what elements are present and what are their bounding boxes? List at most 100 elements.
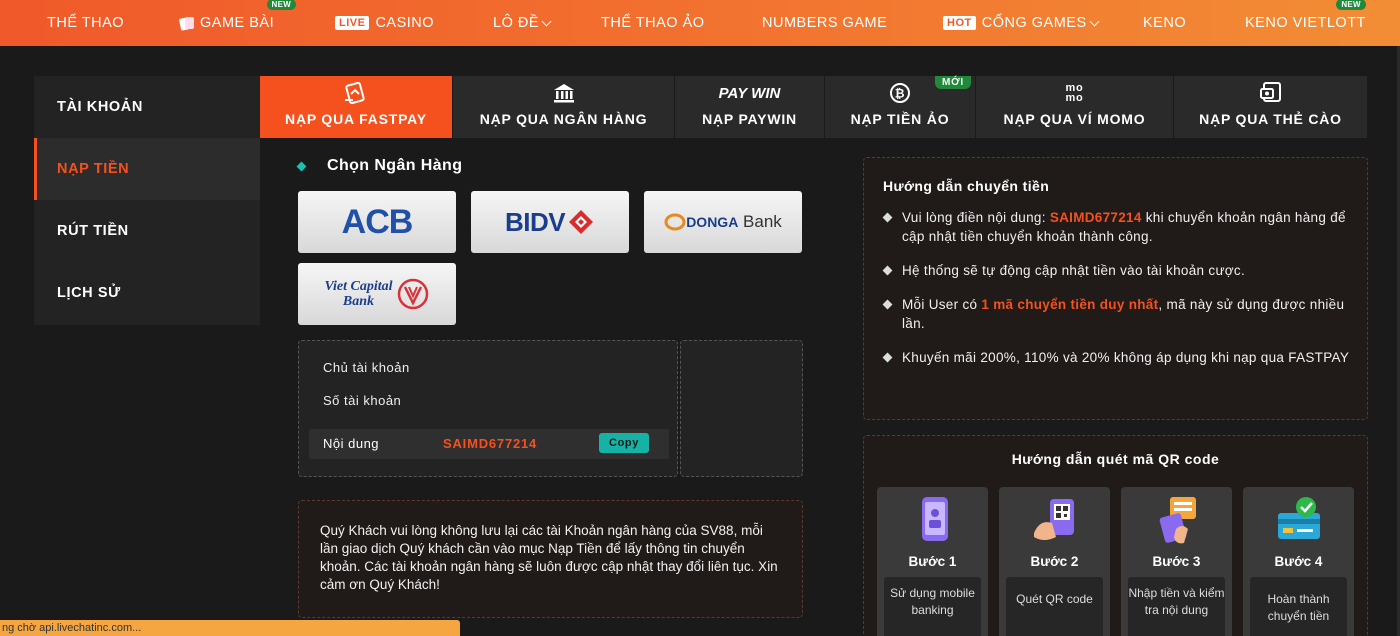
qr-step-2: Bước 2 Quét QR code [999, 487, 1110, 636]
nav-game-bai[interactable]: GAME BÀI NEW [178, 0, 297, 46]
step-description: Nhập tiền và kiểm tra nội dung [1128, 577, 1225, 636]
diamond-bullet-icon [882, 265, 893, 276]
tab-label: NẠP QUA NGÂN HÀNG [479, 111, 648, 127]
bank-icon [552, 82, 576, 104]
nav-the-thao[interactable]: THỂ THAO [47, 0, 124, 46]
account-number-label: Số tài khoản [323, 393, 402, 408]
step-title: Bước 1 [908, 554, 957, 569]
nav-the-thao-ao[interactable]: THỂ THAO ẢO [601, 0, 705, 46]
guide-title: Hướng dẫn chuyển tiền [883, 178, 1050, 194]
nav-label: CASINO [375, 15, 435, 31]
tab-momo[interactable]: mo mo NẠP QUA VÍ MOMO [976, 76, 1174, 138]
diamond-bullet-icon [882, 212, 893, 223]
nav-label: LÔ ĐỀ [493, 15, 540, 31]
chevron-down-icon [541, 16, 552, 26]
transfer-guide-panel: Hướng dẫn chuyển tiền Vui lòng điền nội … [863, 157, 1368, 420]
nav-keno[interactable]: KENO [1143, 0, 1186, 46]
sidebar-item-label: LỊCH SỬ [57, 285, 121, 301]
tab-the-cao[interactable]: NẠP QUA THẺ CÀO [1174, 76, 1367, 138]
qr-step-1: Bước 1 Sử dụng mobile banking [877, 487, 988, 636]
guide-item: Mỗi User có 1 mã chuyển tiền duy nhất, m… [882, 295, 1353, 333]
nav-cong-games[interactable]: HOT CỔNG GAMES [943, 0, 1100, 46]
bank-suffix: Bank [342, 294, 375, 309]
chevron-down-icon [1089, 16, 1100, 26]
transfer-content-label: Nội dung [323, 436, 380, 451]
unique-code-highlight: 1 mã chuyển tiền duy nhất [981, 297, 1159, 312]
step-title: Bước 3 [1152, 554, 1201, 569]
transfer-content-row: Nội dung SAIMD677214 Copy [309, 429, 669, 459]
transfer-content-value: SAIMD677214 [443, 436, 538, 451]
nav-label: THỂ THAO ẢO [601, 15, 705, 31]
guide-item: Khuyến mãi 200%, 110% và 20% không áp dụ… [882, 348, 1353, 367]
nav-numbers-game[interactable]: NUMBERS GAME [762, 0, 887, 46]
diamond-bullet-icon [296, 161, 307, 171]
account-sidebar: TÀI KHOẢN NẠP TIỀN RÚT TIỀN LỊCH SỬ [34, 76, 260, 325]
account-owner-label: Chủ tài khoản [323, 360, 410, 375]
sidebar-item-nap-tien[interactable]: NẠP TIỀN [34, 138, 260, 200]
notice-box: Quý Khách vui lòng không lưu lại các tài… [298, 500, 803, 618]
bank-suffix: Bank [743, 212, 782, 231]
step-title: Bước 2 [1030, 554, 1079, 569]
nav-keno-vietlott[interactable]: KENO VIETLOTT NEW [1245, 0, 1366, 46]
bank-option-acb[interactable]: ACB [298, 191, 456, 253]
choose-bank-heading: Chọn Ngân Hàng [296, 157, 463, 175]
nav-label: GAME BÀI [200, 15, 275, 31]
deposit-method-tabs: NẠP QUA FASTPAY NẠP QUA NGÂN HÀNG PAY WI… [260, 76, 1367, 138]
qr-step-4: Bước 4 Hoàn thành chuyển tiền [1243, 487, 1354, 636]
nav-label: CỔNG GAMES [981, 15, 1087, 31]
qr-step-3: Bước 3 Nhập tiền và kiểm tra nội dung [1121, 487, 1232, 636]
nav-label: KENO [1143, 15, 1187, 31]
nav-label: THỂ THAO [47, 15, 125, 31]
bank-option-bidv[interactable]: BIDV [471, 191, 629, 253]
bank-logo-bidv: BIDV [505, 207, 595, 238]
bank-option-viet-capital[interactable]: Viet Capital Bank [298, 263, 456, 325]
bank-name: Viet Capital [324, 279, 393, 294]
sidebar-item-label: RÚT TIỀN [57, 223, 129, 239]
step-description: Quét QR code [1006, 577, 1103, 636]
sidebar-item-tai-khoan[interactable]: TÀI KHOẢN [34, 76, 260, 138]
section-title: Chọn Ngân Hàng [327, 157, 463, 174]
diamond-bullet-icon [882, 299, 893, 310]
sidebar-item-rut-tien[interactable]: RÚT TIỀN [34, 200, 260, 262]
top-navigation: THỂ THAO GAME BÀI NEW LIVE CASINO LÔ ĐỀ … [0, 0, 1400, 46]
tab-fastpay[interactable]: NẠP QUA FASTPAY [260, 76, 453, 138]
bank-name: BIDV [504, 206, 566, 237]
bitcoin-icon: ₿ [889, 82, 911, 104]
bank-name: DONGA [686, 214, 739, 230]
completed-check-icon [1277, 497, 1320, 539]
qr-guide-title: Hướng dẫn quét mã QR code [1011, 451, 1220, 467]
browser-status-bar: ng chờ api.livechatinc.com... [0, 620, 460, 636]
nav-lo-de[interactable]: LÔ ĐỀ [493, 0, 552, 46]
transfer-code-highlight: SAIMD677214 [1049, 210, 1142, 225]
svg-text:₿: ₿ [895, 87, 906, 101]
new-badge: MỚI [934, 76, 971, 89]
step-title: Bước 4 [1274, 554, 1323, 569]
bank-logo-acb: ACB [341, 202, 414, 241]
bank-logo-viet-capital: Viet Capital Bank [324, 277, 429, 311]
sidebar-item-lich-su[interactable]: LỊCH SỬ [34, 262, 260, 324]
guide-text: Vui lòng điền nội dung: [902, 210, 1050, 225]
mobile-phone-icon [921, 497, 948, 541]
live-tag: LIVE [335, 16, 370, 30]
qr-scan-icon [1033, 499, 1074, 540]
nav-live-casino[interactable]: LIVE CASINO [335, 0, 434, 46]
bank-option-donga[interactable]: DONGA Bank [644, 191, 802, 253]
tab-label: NẠP QUA VÍ MOMO [1003, 111, 1146, 127]
enter-amount-icon [1159, 497, 1196, 544]
tab-ngan-hang[interactable]: NẠP QUA NGÂN HÀNG [453, 76, 675, 138]
new-badge: NEW [1336, 0, 1366, 10]
tab-tien-ao[interactable]: MỚI ₿ NẠP TIỀN ẢO [825, 76, 976, 138]
copy-button[interactable]: Copy [599, 433, 649, 453]
donga-emblem-icon [664, 213, 686, 231]
step-description: Sử dụng mobile banking [884, 577, 981, 636]
guide-item: Vui lòng điền nội dung: SAIMD677214 khi … [882, 208, 1353, 246]
nav-label: NUMBERS GAME [762, 15, 888, 31]
tab-paywin[interactable]: PAY WIN NẠP PAYWIN [675, 76, 825, 138]
account-details-panel: Chủ tài khoản Số tài khoản Nội dung SAIM… [298, 340, 678, 477]
qr-code-panel [680, 340, 803, 477]
tab-label: NẠP QUA FASTPAY [285, 111, 427, 127]
guide-text: Mỗi User có [902, 297, 982, 312]
hot-tag: HOT [943, 16, 976, 30]
tab-label: NẠP PAYWIN [702, 111, 797, 127]
viet-capital-emblem-icon [397, 278, 428, 310]
